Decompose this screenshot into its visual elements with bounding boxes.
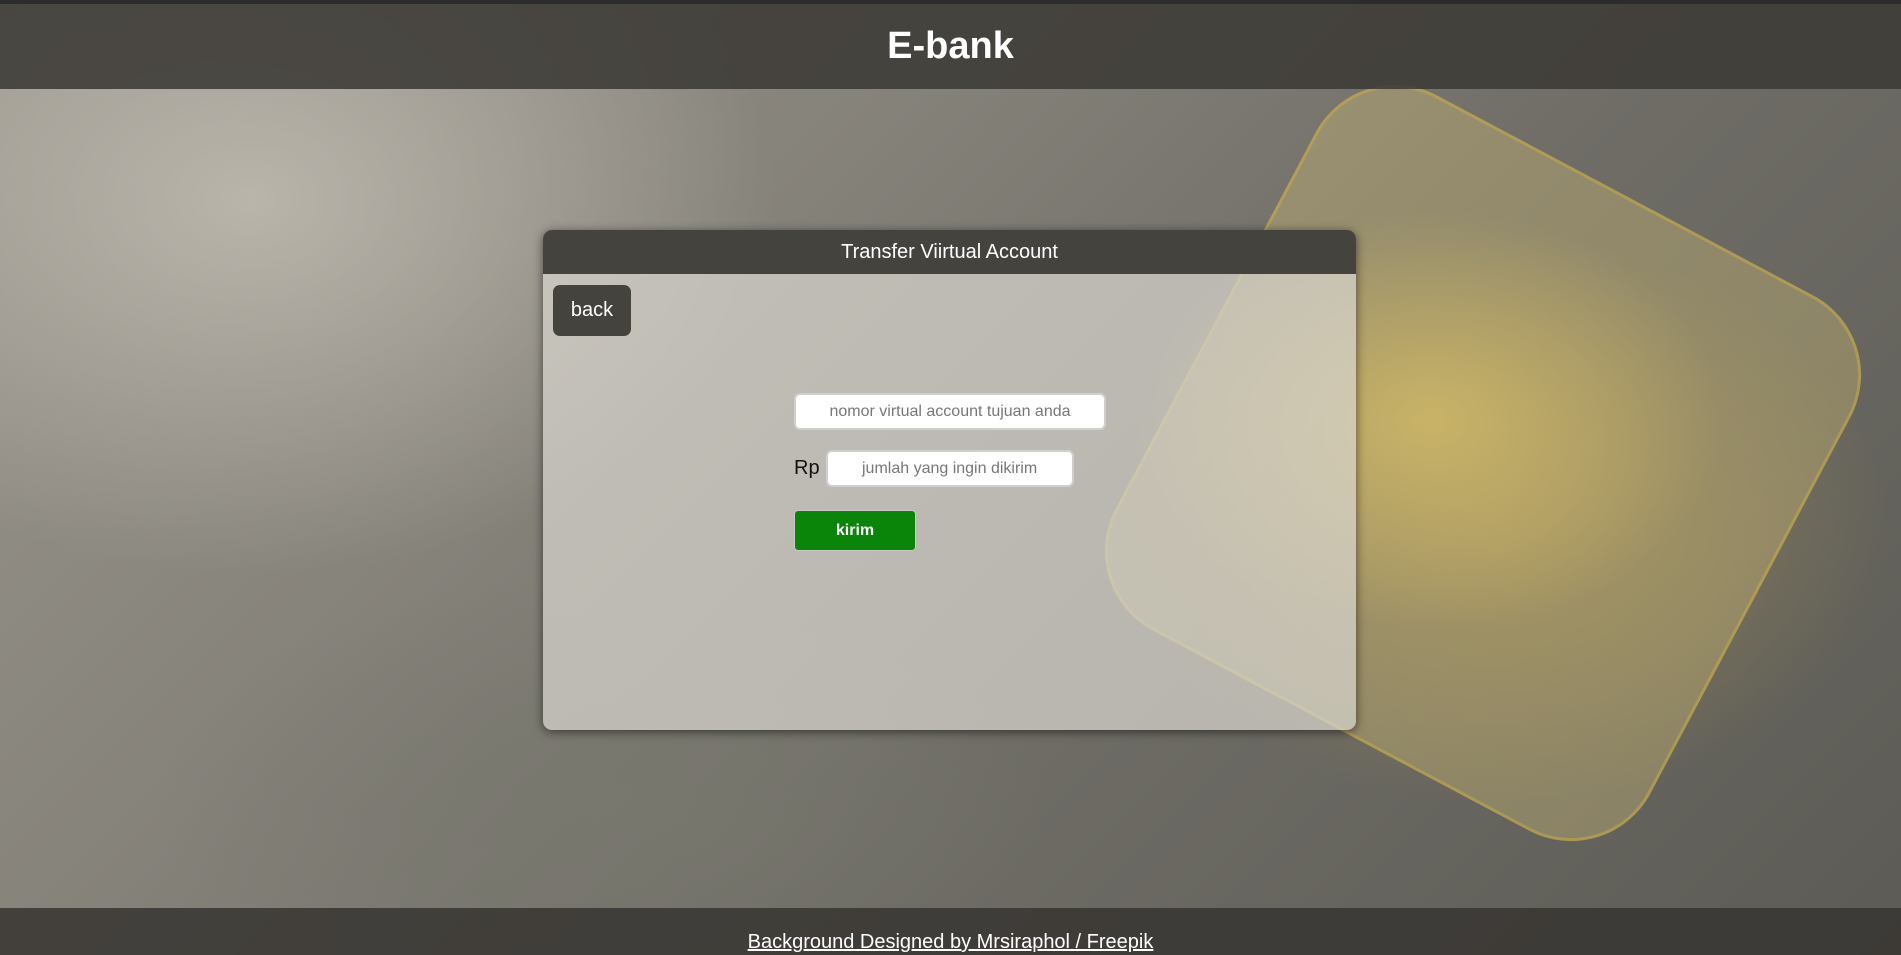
site-title: E-bank xyxy=(887,25,1014,67)
transfer-form: Rp kirim xyxy=(794,393,1106,551)
amount-row: Rp xyxy=(794,450,1106,487)
panel-title: Transfer Viirtual Account xyxy=(543,230,1356,274)
background-credit-link[interactable]: Background Designed by Mrsiraphol / Free… xyxy=(748,929,1154,955)
site-footer: Background Designed by Mrsiraphol / Free… xyxy=(0,908,1901,955)
amount-input[interactable] xyxy=(825,450,1074,487)
currency-label: Rp xyxy=(794,457,820,479)
back-button[interactable]: back xyxy=(553,285,631,336)
send-button[interactable]: kirim xyxy=(794,510,916,551)
site-header: E-bank xyxy=(0,4,1901,89)
virtual-account-input[interactable] xyxy=(794,393,1106,430)
transfer-panel: Transfer Viirtual Account back Rp kirim xyxy=(543,230,1356,730)
